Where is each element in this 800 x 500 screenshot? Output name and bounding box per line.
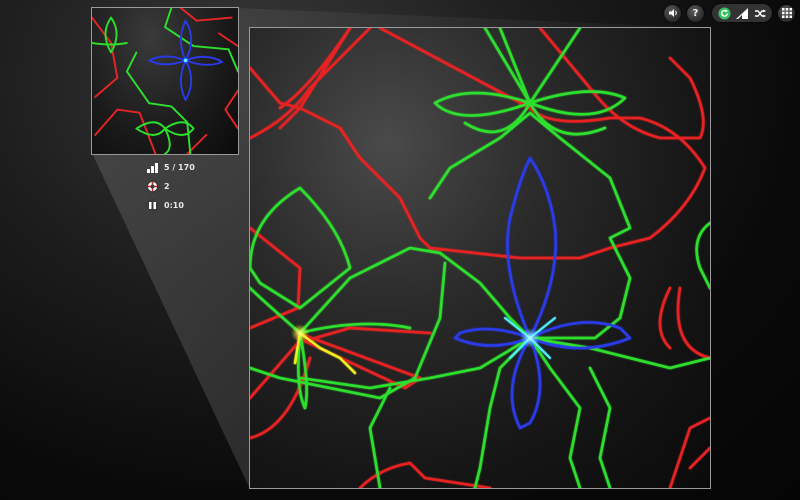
help-label: ? [692,7,699,19]
hints-stat: 2 [146,177,195,195]
red-right-edge [658,286,710,488]
game-controls [712,4,772,22]
toolbar: ? [658,4,795,22]
green-left-leaves [250,286,412,410]
speaker-icon [668,9,677,17]
red-bottom [250,356,492,488]
blue-petal-top [506,156,557,340]
time-stat: 0:10 [146,196,195,214]
blue-petal-left [453,327,532,347]
green-curve-group [250,28,710,488]
blue-petal-group [453,156,632,430]
green-center-shape [298,111,632,340]
target-pattern [92,8,238,154]
refresh-icon [717,6,731,20]
menu-button[interactable] [778,4,795,22]
puzzle-board[interactable] [249,27,711,489]
junction-left [291,324,309,342]
hints-counter: 2 [164,181,170,191]
bars-icon [736,7,748,19]
shuffle-icon [755,9,766,17]
red-diagonal-1 [250,28,372,140]
red-diagonal-3 [278,28,352,110]
levels-button[interactable] [733,5,751,21]
stats-panel: 5 / 170 2 0:10 [146,158,195,215]
green-right-edge [695,221,710,290]
junction-center [520,328,540,348]
restart-button[interactable] [715,5,733,21]
sound-button[interactable] [664,4,681,22]
bars-icon [146,161,159,174]
red-top-edge [278,28,352,130]
red-curve-group [250,28,710,488]
preview-red-curves [92,8,238,154]
lifebuoy-icon[interactable] [146,179,159,193]
timer: 0:10 [164,200,184,210]
green-center-left [250,261,447,400]
pause-icon[interactable] [146,198,159,212]
red-curve-top-right [378,28,707,240]
level-stat: 5 / 170 [146,158,195,176]
help-button[interactable]: ? [687,4,704,22]
target-preview [91,7,239,155]
grid-icon [781,8,792,18]
puzzle-pattern[interactable] [250,28,710,488]
shuffle-button[interactable] [751,5,769,21]
level-counter: 5 / 170 [164,162,195,172]
